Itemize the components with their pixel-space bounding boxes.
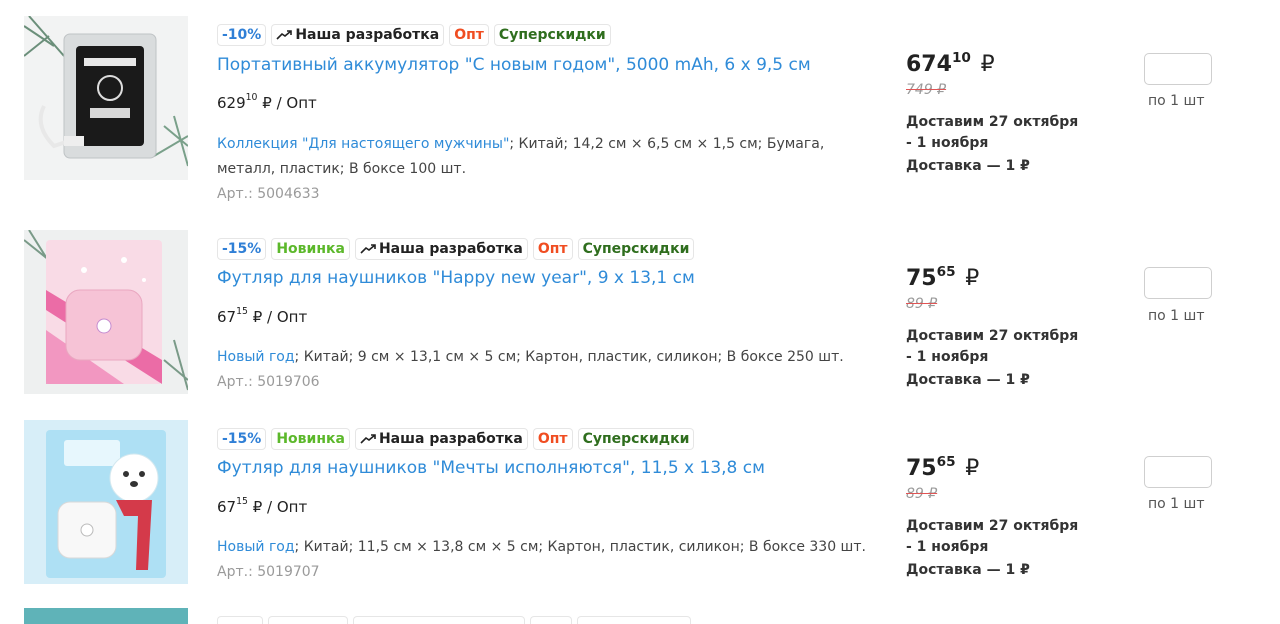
price-int: 674	[906, 52, 952, 77]
new-badge	[268, 616, 348, 624]
quantity-input[interactable]	[1144, 267, 1212, 299]
delivery-date: Доставим 27 октября - 1 ноября	[906, 518, 1079, 555]
handshake-arrow-icon	[360, 434, 376, 444]
quantity-unit: по 1 шт	[1148, 308, 1205, 324]
own-development-label: Наша разработка	[378, 241, 523, 257]
own-development-label: Наша разработка	[295, 27, 440, 43]
collection-link[interactable]: Новый год	[217, 539, 295, 555]
own-development-label: Наша разработка	[378, 431, 523, 447]
product-card: -10% Наша разработка Опт Суперскидки Пор…	[0, 0, 1280, 210]
wholesale-price-suffix: ₽ / Опт	[252, 498, 308, 516]
quantity-unit: по 1 шт	[1148, 496, 1205, 512]
price-frac: 65	[936, 264, 956, 280]
price-frac: 65	[936, 454, 956, 470]
own-development-badge: Наша разработка	[271, 24, 445, 46]
current-price: 67410 ₽	[906, 50, 995, 77]
product-description: Коллекция "Для настоящего мужчины"; Кита…	[217, 132, 827, 182]
super-discount-badge: Суперскидки	[577, 238, 695, 260]
desc-line-1: ; Китай; 11,5 см × 13,8 см × 5 см; Карто…	[294, 539, 866, 555]
product-title[interactable]: Футляр для наушников "Мечты исполняются"…	[217, 458, 765, 478]
badges: -10% Наша разработка Опт Суперскидки	[217, 24, 611, 46]
new-badge: Новинка	[271, 428, 350, 450]
quantity-unit: по 1 шт	[1148, 93, 1205, 109]
desc-line-1: ; Китай; 14,2 см × 6,5 см × 1,5 см; Бума…	[509, 136, 825, 152]
product-title[interactable]: Футляр для наушников "Happy new year", 9…	[217, 268, 695, 288]
collection-link[interactable]: Новый год	[217, 349, 295, 365]
collection-link[interactable]: Коллекция "Для настоящего мужчины"	[217, 136, 509, 152]
delivery-cost: Доставка — 1 ₽	[906, 372, 1030, 388]
currency-sign: ₽	[965, 456, 980, 481]
discount-badge: -15%	[217, 238, 267, 260]
quantity-input[interactable]	[1144, 53, 1212, 85]
quantity-input[interactable]	[1144, 456, 1212, 488]
current-price: 7565 ₽	[906, 264, 980, 291]
current-price: 7565 ₽	[906, 454, 980, 481]
desc-line-1: ; Китай; 9 см × 13,1 см × 5 см; Картон, …	[294, 349, 844, 365]
product-description: Новый год; Китай; 11,5 см × 13,8 см × 5 …	[217, 535, 877, 560]
discount-badge: -10%	[217, 24, 267, 46]
product-image[interactable]	[24, 420, 188, 584]
delivery-cost: Доставка — 1 ₽	[906, 562, 1030, 578]
old-price: 749 ₽	[906, 82, 947, 98]
wholesale-badge: Опт	[532, 238, 573, 260]
own-development-badge	[353, 616, 525, 624]
delivery-date: Доставим 27 октября - 1 ноября	[906, 114, 1079, 151]
new-badge: Новинка	[271, 238, 350, 260]
product-title[interactable]: Портативный аккумулятор "С новым годом",…	[217, 55, 811, 75]
old-price: 89 ₽	[906, 296, 938, 312]
price-int: 75	[906, 456, 937, 481]
discount-badge: -15%	[217, 428, 267, 450]
product-image[interactable]	[24, 230, 188, 394]
handshake-arrow-icon	[360, 244, 376, 254]
product-card: -15% Новинка Наша разработка Опт Суперск…	[0, 210, 1280, 400]
wholesale-price: 6715 ₽ / Опт	[217, 496, 308, 516]
handshake-arrow-icon	[276, 30, 293, 40]
delivery-date: Доставим 27 октября - 1 ноября	[906, 328, 1079, 365]
old-price: 89 ₽	[906, 486, 938, 502]
wholesale-price-int: 67	[217, 308, 237, 326]
badges: -15% Новинка Наша разработка Опт Суперск…	[217, 238, 695, 260]
discount-badge	[217, 616, 263, 624]
badges	[217, 616, 691, 624]
currency-sign: ₽	[980, 52, 995, 77]
article-number: Арт.: 5019706	[217, 374, 320, 390]
wholesale-price-frac: 15	[236, 496, 248, 507]
product-image[interactable]	[24, 16, 188, 180]
super-discount-badge: Суперскидки	[577, 428, 695, 450]
article-number: Арт.: 5019707	[217, 564, 320, 580]
wholesale-price-suffix: ₽ / Опт	[252, 308, 308, 326]
price-frac: 10	[951, 50, 971, 66]
delivery-cost: Доставка — 1 ₽	[906, 158, 1030, 174]
wholesale-price-frac: 10	[245, 92, 258, 103]
wholesale-badge: Опт	[532, 428, 573, 450]
wholesale-price-int: 629	[217, 94, 246, 112]
product-description: Новый год; Китай; 9 см × 13,1 см × 5 см;…	[217, 345, 877, 370]
wholesale-price: 62910 ₽ / Опт	[217, 92, 317, 112]
wholesale-badge: Опт	[449, 24, 489, 46]
wholesale-badge	[530, 616, 572, 624]
product-image[interactable]	[24, 608, 188, 624]
article-number: Арт.: 5004633	[217, 186, 320, 202]
desc-line-2: металл, пластик; В боксе 100 шт.	[217, 161, 467, 177]
wholesale-price-suffix: ₽ / Опт	[262, 94, 317, 112]
product-card	[0, 608, 1280, 624]
wholesale-price: 6715 ₽ / Опт	[217, 306, 308, 326]
super-discount-badge: Суперскидки	[493, 24, 611, 46]
wholesale-price-int: 67	[217, 498, 237, 516]
own-development-badge: Наша разработка	[354, 238, 528, 260]
super-discount-badge	[577, 616, 691, 624]
price-int: 75	[906, 266, 937, 291]
currency-sign: ₽	[965, 266, 980, 291]
own-development-badge: Наша разработка	[354, 428, 528, 450]
wholesale-price-frac: 15	[236, 306, 248, 317]
badges: -15% Новинка Наша разработка Опт Суперск…	[217, 428, 695, 450]
product-card: -15% Новинка Наша разработка Опт Суперск…	[0, 400, 1280, 590]
